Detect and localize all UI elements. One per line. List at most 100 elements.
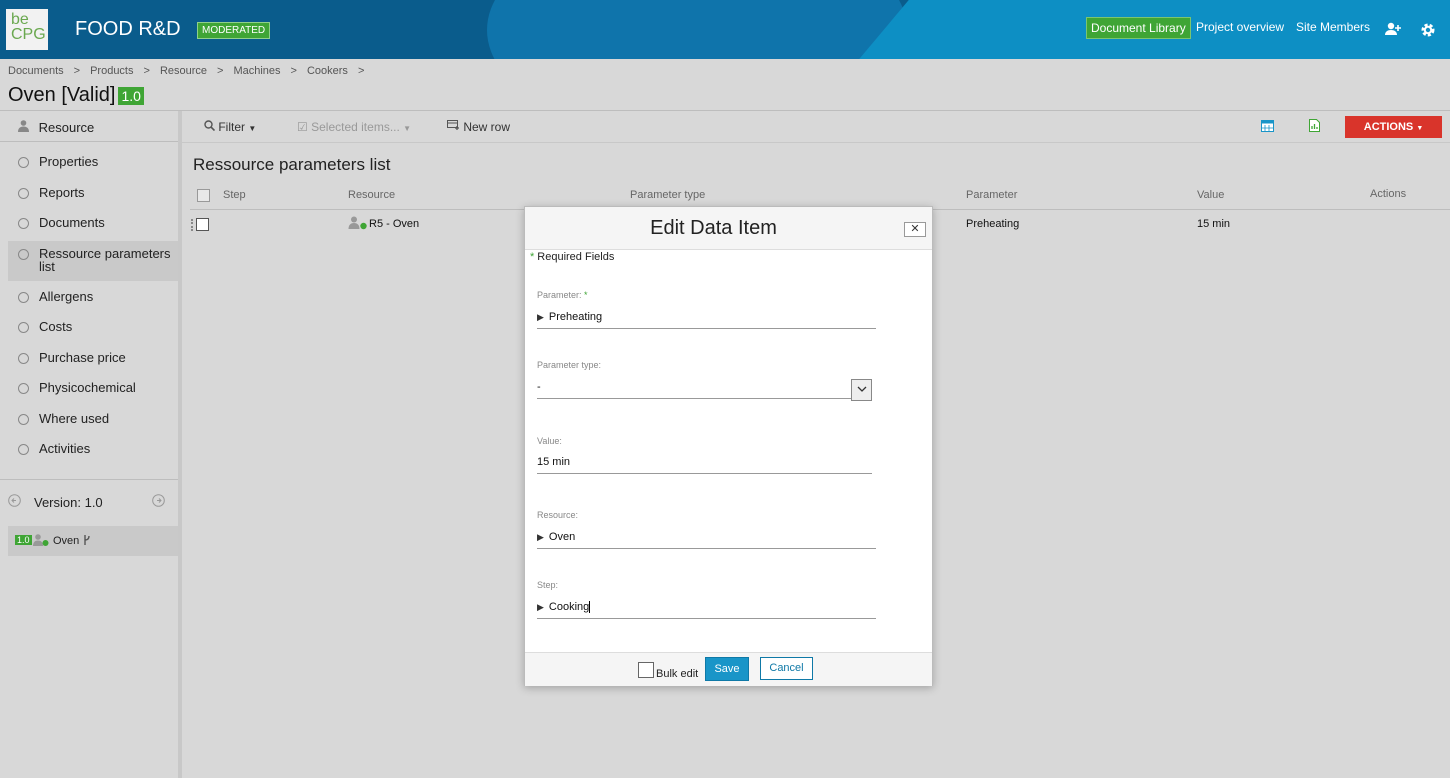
- sidebar-item-ressource-parameters-list[interactable]: Ressource parameters list: [8, 241, 178, 281]
- required-fields-label: Required Fields: [537, 251, 615, 263]
- chevron-down-icon[interactable]: [851, 379, 872, 401]
- parameter-label: Parameter: *: [537, 290, 588, 300]
- breadcrumb-products[interactable]: Products: [90, 65, 133, 77]
- filter-button[interactable]: Filter ▼: [204, 120, 256, 134]
- version-row-badge: 1.0: [15, 535, 32, 545]
- radio-icon: [18, 157, 29, 168]
- sidebar-item-where-used[interactable]: Where used: [8, 412, 178, 425]
- required-fields-note: * Required Fields: [530, 251, 614, 263]
- breadcrumb-documents[interactable]: Documents: [8, 65, 64, 77]
- caret-down-icon: ▼: [1416, 125, 1424, 132]
- radio-icon: [18, 322, 29, 333]
- dialog-footer: Bulk edit Save Cancel: [525, 652, 932, 686]
- breadcrumb-separator: >: [357, 65, 365, 77]
- sidebar-item-label: Activities: [39, 441, 91, 456]
- resource-icon: [18, 120, 33, 135]
- export-excel-icon[interactable]: [1309, 119, 1320, 135]
- version-label: Version: 1.0: [34, 495, 103, 510]
- selected-items-label: Selected items...: [311, 120, 400, 134]
- step-label: Step:: [537, 580, 559, 590]
- site-title[interactable]: FOOD R&D: [75, 18, 181, 41]
- breadcrumb-separator: >: [290, 65, 297, 77]
- gear-icon[interactable]: [1419, 21, 1437, 44]
- expand-triangle-icon[interactable]: ▶: [537, 312, 544, 322]
- breadcrumb-machines[interactable]: Machines: [233, 65, 280, 77]
- sidebar-item-physicochemical[interactable]: Physicochemical: [8, 381, 178, 394]
- parameter-value: Preheating: [548, 311, 603, 323]
- sidebar-item-label: Where used: [39, 411, 110, 426]
- sidebar-item-allergens[interactable]: Allergens: [8, 290, 178, 303]
- radio-icon: [18, 353, 29, 364]
- actions-button[interactable]: ACTIONS ▼: [1345, 116, 1442, 138]
- radio-icon: [18, 188, 29, 199]
- next-version-icon[interactable]: [152, 494, 165, 510]
- breadcrumb-resource[interactable]: Resource: [160, 65, 207, 77]
- dialog-title: Edit Data Item: [650, 217, 777, 239]
- close-button[interactable]: ✕: [904, 222, 926, 237]
- sidebar-item-label: Costs: [39, 319, 73, 334]
- divider: [0, 479, 178, 480]
- value-input[interactable]: 15 min: [537, 456, 872, 474]
- required-star-icon: *: [584, 290, 588, 300]
- nav-document-library[interactable]: Document Library: [1086, 17, 1191, 39]
- radio-icon: [18, 249, 29, 260]
- radio-icon: [18, 383, 29, 394]
- sidebar-item-costs[interactable]: Costs: [8, 320, 178, 333]
- sidebar-item-label: Properties: [39, 154, 99, 169]
- calendar-view-icon[interactable]: [1261, 119, 1274, 135]
- version-row[interactable]: 1.0 Oven: [8, 526, 178, 556]
- sidebar-item-documents[interactable]: Documents: [8, 216, 178, 229]
- column-header-resource[interactable]: Resource: [348, 189, 395, 201]
- bulk-edit-checkbox[interactable]: [638, 662, 654, 678]
- select-all-checkbox[interactable]: [197, 189, 210, 202]
- radio-icon: [18, 414, 29, 425]
- breadcrumb-separator: >: [73, 65, 81, 77]
- resource-field[interactable]: ▶ Oven: [537, 531, 876, 549]
- required-star-icon: *: [530, 251, 535, 263]
- column-header-step[interactable]: Step: [223, 189, 246, 201]
- radio-icon: [18, 444, 29, 455]
- sidebar-item-activities[interactable]: Activities: [8, 442, 178, 455]
- becpg-logo[interactable]: be CPG: [6, 9, 48, 50]
- sidebar-item-purchase-price[interactable]: Purchase price: [8, 351, 178, 364]
- sidebar-header-label: Resource: [38, 120, 95, 135]
- parameter-type-value: -: [537, 381, 541, 393]
- cell-resource[interactable]: R5 - Oven: [369, 218, 419, 230]
- breadcrumb-separator: >: [217, 65, 224, 77]
- sidebar-resize-handle[interactable]: [178, 111, 182, 778]
- column-header-actions: Actions: [1370, 188, 1407, 200]
- column-header-parameter-type[interactable]: Parameter type: [630, 189, 705, 201]
- breadcrumb-separator: >: [143, 65, 150, 77]
- row-checkbox[interactable]: [196, 218, 209, 231]
- new-row-button[interactable]: New row: [447, 120, 510, 134]
- new-row-label: New row: [463, 120, 511, 134]
- dialog-header: Edit Data Item ✕: [525, 207, 932, 250]
- expand-triangle-icon[interactable]: ▶: [537, 532, 544, 542]
- branch-icon: [83, 534, 91, 549]
- previous-version-icon[interactable]: [8, 494, 21, 510]
- column-header-value[interactable]: Value: [1197, 189, 1224, 201]
- resource-status-icon: [33, 534, 49, 550]
- column-header-parameter[interactable]: Parameter: [966, 189, 1017, 201]
- divider: [0, 141, 178, 142]
- sidebar-item-reports[interactable]: Reports: [8, 186, 178, 199]
- close-icon: ✕: [910, 223, 920, 235]
- add-member-icon[interactable]: [1384, 22, 1402, 41]
- selected-items-button[interactable]: ☑ Selected items... ▼: [297, 120, 411, 134]
- caret-down-icon: ▼: [403, 124, 412, 133]
- drag-handle[interactable]: [191, 219, 195, 231]
- parameter-type-select[interactable]: -: [537, 379, 872, 401]
- expand-triangle-icon[interactable]: ▶: [537, 602, 544, 612]
- nav-site-members[interactable]: Site Members: [1296, 20, 1370, 34]
- sidebar-item-properties[interactable]: Properties: [8, 155, 178, 168]
- cancel-button[interactable]: Cancel: [760, 657, 813, 680]
- parameter-field[interactable]: ▶ Preheating: [537, 311, 876, 329]
- nav-project-overview[interactable]: Project overview: [1196, 20, 1284, 34]
- left-sidebar: Resource Properties Reports Documents Re…: [0, 111, 178, 778]
- breadcrumb-cookers[interactable]: Cookers: [307, 65, 348, 77]
- checkbox-icon: ☑: [297, 120, 308, 134]
- resource-label: Resource:: [537, 510, 579, 520]
- save-button[interactable]: Save: [705, 657, 749, 681]
- header-decoration: [487, 0, 907, 59]
- step-field[interactable]: ▶ Cooking: [537, 601, 876, 619]
